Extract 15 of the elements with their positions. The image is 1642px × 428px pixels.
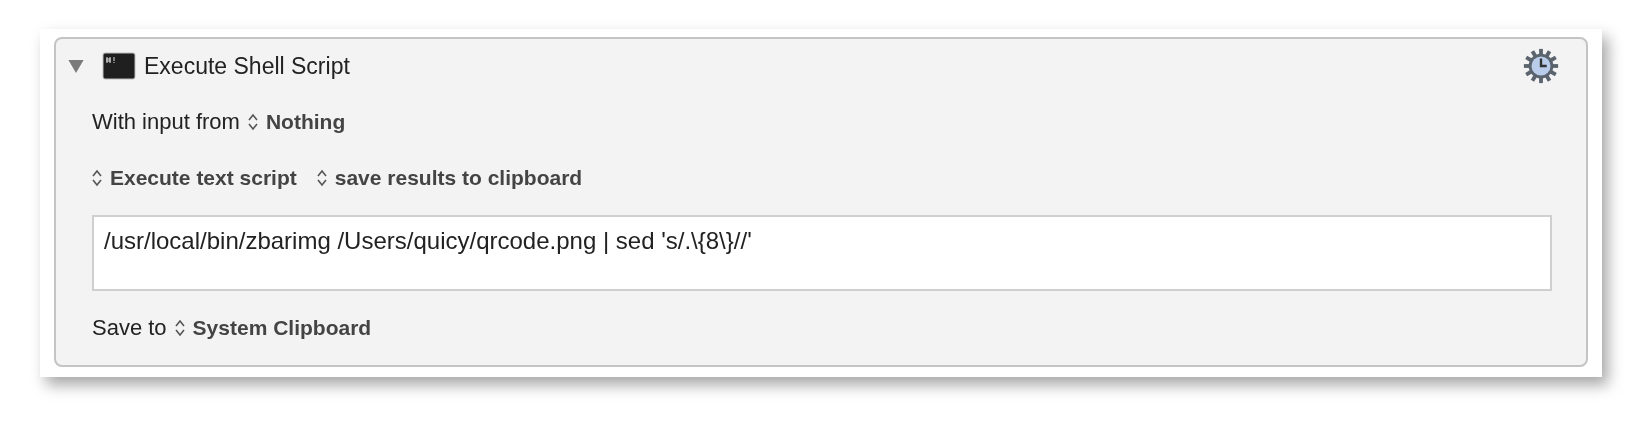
up-down-chevron-icon	[92, 169, 102, 187]
input-label: With input from	[92, 109, 240, 135]
option-popup[interactable]: Execute text script	[92, 166, 297, 190]
terminal-icon	[102, 52, 136, 80]
option-popup[interactable]: save results to clipboard	[316, 166, 583, 190]
disclosure-triangle-icon[interactable]	[68, 59, 84, 73]
script-field[interactable]: /usr/local/bin/zbarimg /Users/quicy/qrcode.png | sed 's/.\{8\}//'	[92, 215, 1552, 291]
up-down-chevron-icon	[174, 319, 185, 337]
up-down-chevron-icon	[316, 169, 327, 187]
action-title: Execute Shell Script	[144, 52, 350, 80]
save-destination-popup[interactable]: System Clipboard	[174, 316, 372, 340]
save-label: Save to	[92, 315, 167, 341]
input-source-popup[interactable]: Nothing	[247, 110, 346, 134]
up-down-chevron-icon	[247, 113, 258, 131]
gear-clock-icon[interactable]	[1522, 47, 1560, 85]
